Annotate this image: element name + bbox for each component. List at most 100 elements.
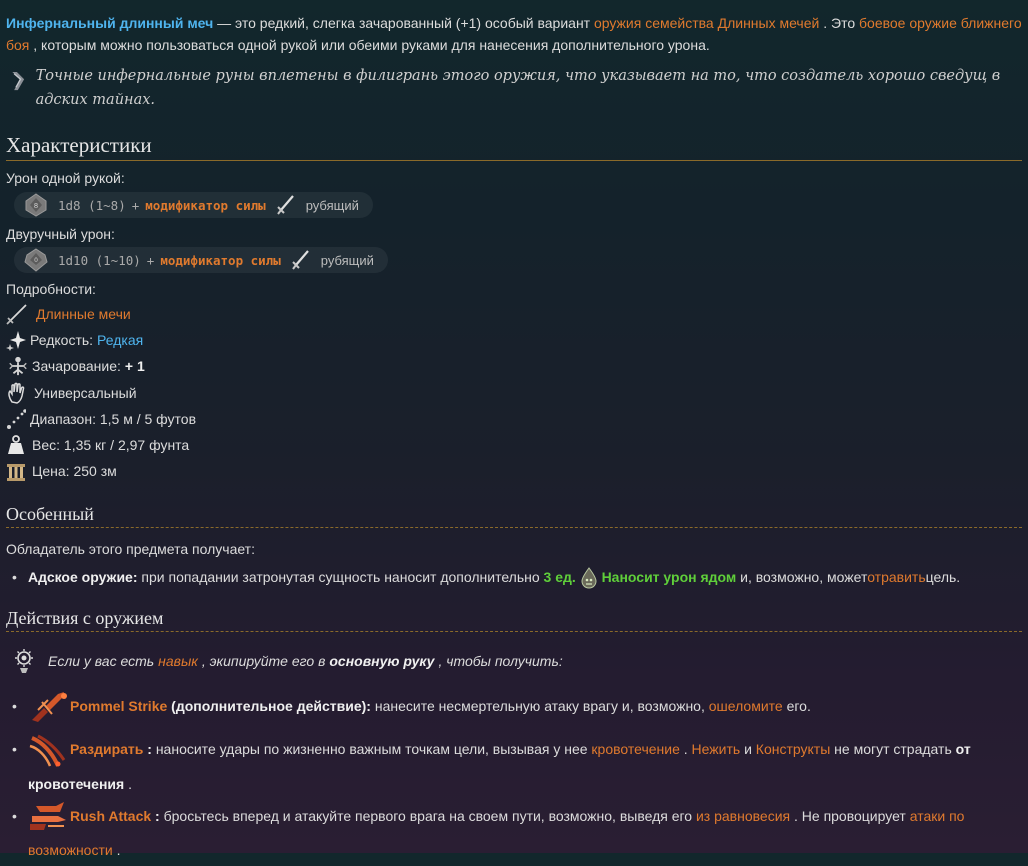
- action-item-lacerate: Раздирать : наносите удары по жизненно в…: [12, 733, 1018, 799]
- actions-list: Pommel Strike (дополнительное действие):…: [12, 690, 1018, 866]
- prop-family: Длинные мечи: [6, 302, 131, 326]
- skill-icon: [15, 649, 33, 673]
- rarity-value[interactable]: Редкая: [97, 332, 143, 348]
- action-text: не могут страдать: [830, 741, 956, 758]
- action-name[interactable]: Раздирать: [70, 741, 143, 757]
- item-name: Инфернальный длинный меч: [6, 15, 214, 31]
- poison-amount: 3 ед.: [543, 569, 576, 585]
- d10-die-icon: 0: [24, 248, 48, 272]
- intro-text: . Это: [819, 15, 860, 31]
- one-hand-damage: 8 1d8 (1~8) + модификатор силы рубящий: [14, 192, 373, 218]
- damage-type: рубящий: [305, 197, 359, 213]
- list-item: Адское оружие: при попадании затронутая …: [12, 561, 1018, 593]
- action-text: .: [112, 841, 121, 858]
- weight-text: Вес: 1,35 кг / 2,97 фунта: [32, 437, 190, 453]
- action-text: нанесите несмертельную атаку врагу и, во…: [370, 698, 709, 714]
- poison-icon: [581, 567, 597, 589]
- section-characteristics: Характеристики: [6, 133, 1022, 161]
- action-name[interactable]: Pommel Strike: [70, 698, 167, 714]
- svg-text:0: 0: [34, 257, 38, 264]
- section-weapon-actions: Действия с оружием: [6, 608, 1022, 632]
- hint-text: , чтобы получить:: [438, 653, 563, 669]
- prop-enchantment: Зачарование: + 1: [6, 354, 145, 378]
- action-text: бросьтесь вперед и атакуйте первого враг…: [159, 807, 696, 824]
- actions-hint: Если у вас есть навык , экипируйте его в…: [12, 648, 563, 674]
- two-hand-dice: 1d10 (1~10): [58, 252, 141, 268]
- poison-damage-link[interactable]: Наносит урон ядом: [602, 569, 737, 585]
- two-hand-label: Двуручный урон:: [6, 226, 115, 242]
- one-hand-dice: 1d8 (1~8): [58, 197, 126, 213]
- two-hand-damage: 0 1d10 (1~10) + модификатор силы рубящий: [14, 247, 388, 273]
- action-item-rush-attack: Rush Attack : бросьтесь вперед и атакуйт…: [12, 800, 1018, 866]
- action-text: . Не провоцирует: [790, 807, 910, 824]
- range-icon: [7, 409, 26, 429]
- action-text: его.: [782, 698, 811, 714]
- versatile-text: Универсальный: [34, 385, 137, 401]
- link-daze[interactable]: ошеломите: [709, 698, 783, 714]
- hand-icon: [8, 382, 25, 404]
- action-name[interactable]: Rush Attack: [70, 808, 151, 824]
- hint-text: Если у вас есть: [48, 653, 155, 669]
- enchant-icon: [9, 356, 27, 376]
- range-text: Диапазон: 1,5 м / 5 футов: [30, 411, 197, 427]
- action-tag: :: [151, 807, 160, 824]
- special-title: Адское оружие:: [28, 569, 138, 585]
- special-text: цель.: [925, 569, 961, 585]
- rush-attack-icon[interactable]: [28, 800, 68, 834]
- scroll-icon: [12, 71, 25, 91]
- link-poison[interactable]: отравить: [867, 569, 925, 585]
- prop-rarity: Редкость: Редкая: [6, 328, 143, 352]
- action-tag: (дополнительное действие):: [167, 698, 371, 714]
- special-text: при попадании затронутая сущность наноси…: [137, 569, 544, 585]
- action-item-pommel-strike: Pommel Strike (дополнительное действие):…: [12, 690, 1018, 724]
- svg-text:8: 8: [34, 202, 38, 210]
- price-text: Цена: 250 зм: [32, 463, 117, 479]
- action-text: .: [124, 775, 132, 792]
- sword-icon: [276, 195, 294, 215]
- action-text: наносите удары по жизненно важным точкам…: [151, 741, 592, 758]
- strength-modifier-link[interactable]: модификатор силы: [145, 198, 265, 213]
- intro-text: , которым можно пользоваться одной рукой…: [29, 37, 710, 53]
- longsword-icon: [6, 304, 27, 325]
- section-special: Особенный: [6, 504, 1022, 528]
- action-text: .: [679, 741, 692, 758]
- pommel-strike-icon[interactable]: [28, 690, 68, 724]
- enchantment-value: + 1: [124, 358, 145, 374]
- d8-die-icon: 8: [25, 193, 47, 217]
- prop-weight: Вес: 1,35 кг / 2,97 фунта: [6, 433, 189, 457]
- rarity-label: Редкость:: [30, 332, 94, 348]
- quote-text: Точные инфернальные руны вплетены в фили…: [35, 68, 1001, 108]
- action-tag: :: [143, 741, 152, 758]
- link-longswords[interactable]: Длинные мечи: [36, 306, 131, 322]
- hint-text: , экипируйте его в: [201, 653, 326, 669]
- prop-price: Цена: 250 зм: [6, 459, 117, 483]
- sparkle-icon: [6, 331, 26, 351]
- intro-text: — это редкий, слегка зачарованный (+1) о…: [213, 15, 594, 31]
- lacerate-icon[interactable]: [28, 734, 68, 768]
- hint-main-hand: основную руку: [329, 653, 435, 669]
- coin-icon: [7, 464, 25, 481]
- special-text: и, возможно, может: [736, 569, 868, 585]
- plus-sign: +: [131, 197, 140, 213]
- link-undead[interactable]: Нежить: [692, 741, 741, 757]
- item-intro: Инфернальный длинный меч — это редкий, с…: [6, 12, 1026, 56]
- link-off-balance[interactable]: из равновесия: [696, 808, 790, 824]
- special-intro: Обладатель этого предмета получает:: [6, 541, 255, 557]
- sword-icon: [291, 250, 309, 270]
- special-list: Адское оружие: при попадании затронутая …: [12, 561, 1018, 593]
- flavor-quote: Точные инфернальные руны вплетены в фили…: [6, 64, 1022, 112]
- link-bleeding[interactable]: кровотечение: [591, 741, 679, 757]
- plus-sign: +: [146, 252, 155, 268]
- damage-type: рубящий: [320, 252, 374, 268]
- link-longsword-family[interactable]: оружия семейства Длинных мечей: [594, 15, 819, 31]
- prop-range: Диапазон: 1,5 м / 5 футов: [6, 407, 196, 431]
- prop-versatile: Универсальный: [6, 381, 137, 405]
- weight-icon: [8, 435, 24, 454]
- details-label: Подробности:: [6, 281, 96, 297]
- action-text: и: [740, 741, 756, 758]
- enchantment-label: Зачарование:: [32, 358, 121, 374]
- one-hand-label: Урон одной рукой:: [6, 170, 125, 186]
- link-proficiency[interactable]: навык: [158, 653, 198, 669]
- strength-modifier-link[interactable]: модификатор силы: [160, 253, 280, 268]
- link-constructs[interactable]: Конструкты: [756, 741, 830, 757]
